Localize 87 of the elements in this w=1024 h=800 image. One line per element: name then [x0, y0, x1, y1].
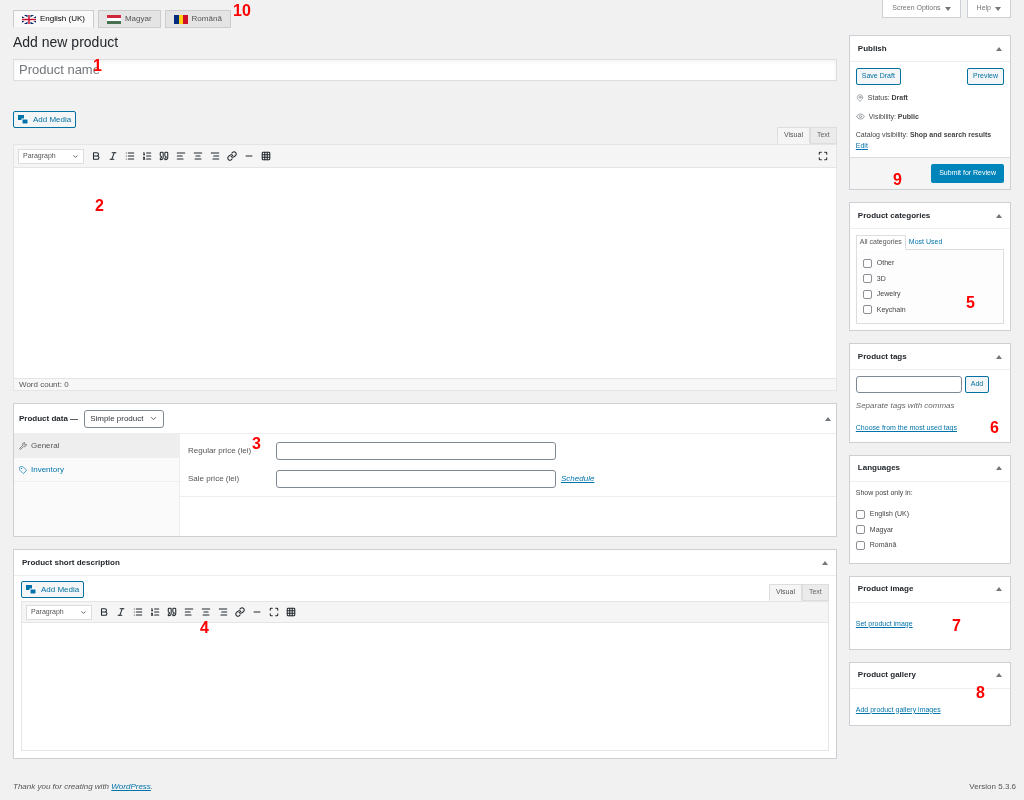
panel-title: Languages [857, 462, 901, 474]
align-left-icon[interactable] [176, 151, 186, 161]
product-type-select[interactable]: Simple product [84, 409, 165, 428]
fullscreen-icon[interactable] [817, 151, 828, 161]
align-left-icon[interactable] [184, 607, 194, 617]
collapse-icon[interactable] [996, 587, 1002, 591]
callout-number: 7 [952, 618, 961, 634]
numbered-list-icon[interactable] [150, 607, 160, 617]
toolbar-toggle-icon[interactable] [261, 151, 271, 161]
collapse-icon[interactable] [996, 673, 1002, 677]
collapse-icon[interactable] [996, 466, 1002, 470]
tags-hint: Separate tags with commas [855, 400, 956, 412]
checkbox[interactable] [862, 274, 872, 284]
collapse-icon[interactable] [821, 560, 828, 565]
fullscreen-icon[interactable] [269, 607, 279, 617]
product-data-tab[interactable]: General [14, 434, 179, 458]
bold-icon[interactable] [99, 607, 109, 617]
checkbox[interactable] [855, 509, 865, 519]
callout-number: 5 [966, 295, 975, 311]
quote-icon[interactable] [167, 607, 177, 617]
tag-field[interactable] [855, 376, 962, 393]
toolbar-toggle-icon[interactable] [286, 607, 296, 617]
flag-icon [106, 14, 121, 24]
footer-credit: Thank you for creating with WordPress. [13, 781, 154, 793]
media-icon [26, 584, 37, 595]
add-media-button[interactable]: Add Media [13, 111, 77, 128]
checkbox[interactable] [862, 289, 872, 299]
panel-title: Product short description [22, 556, 120, 569]
link-icon[interactable] [235, 607, 245, 617]
flag-icon [173, 14, 188, 24]
checkbox[interactable] [855, 525, 865, 535]
field-label: Sale price (lei) [188, 473, 241, 485]
align-right-icon[interactable] [218, 607, 228, 617]
page-title: Add new product [13, 33, 120, 51]
pin-icon [855, 94, 864, 103]
language-tab[interactable]: English (UK) [13, 10, 94, 28]
italic-icon[interactable] [108, 151, 118, 161]
collapse-icon[interactable] [996, 354, 1002, 359]
caret-icon [944, 6, 951, 11]
callout-number: 3 [252, 436, 261, 452]
align-right-icon[interactable] [210, 151, 220, 161]
align-center-icon[interactable] [201, 607, 211, 617]
panel-title: Product categories [857, 209, 931, 222]
language-tab[interactable]: Magyar [97, 10, 161, 28]
schedule-link[interactable]: Schedule [561, 473, 595, 485]
collapse-icon[interactable] [996, 213, 1002, 218]
collapse-icon[interactable] [824, 416, 831, 421]
wrench-icon [19, 441, 27, 450]
product-data-tab[interactable]: Inventory [14, 458, 179, 482]
product-data-label: Product data — [19, 412, 79, 425]
caret-icon [149, 414, 159, 423]
language-tab[interactable]: Română [164, 10, 231, 28]
callout-number: 6 [990, 420, 999, 436]
price-field[interactable] [276, 442, 556, 460]
bulleted-list-icon[interactable] [125, 151, 135, 161]
collapse-icon[interactable] [996, 46, 1002, 51]
callout-number: 8 [976, 685, 985, 701]
callout-number: 2 [95, 198, 104, 214]
checkbox[interactable] [855, 540, 865, 550]
price-field[interactable] [276, 470, 556, 488]
field-label: Regular price (lei) [188, 445, 252, 457]
media-icon [18, 114, 29, 125]
align-center-icon[interactable] [193, 151, 203, 161]
version-text: Version 5.3.6 [969, 781, 1016, 793]
callout-number: 10 [233, 3, 251, 19]
caret-icon [995, 6, 1001, 11]
italic-icon[interactable] [116, 607, 126, 617]
add-media-button[interactable]: Add Media [21, 581, 85, 598]
panel-title: Product tags [857, 350, 907, 363]
link-icon[interactable] [227, 151, 237, 161]
caret-icon [80, 608, 87, 616]
bulleted-list-icon[interactable] [133, 607, 143, 617]
bold-icon[interactable] [91, 151, 101, 161]
caret-icon [72, 152, 79, 160]
callout-number: 9 [893, 172, 902, 188]
panel-title: Publish [857, 42, 887, 55]
checkbox[interactable] [862, 305, 872, 315]
flag-icon [22, 14, 36, 24]
eye-icon [855, 112, 865, 122]
checkbox[interactable] [862, 258, 872, 268]
tag-icon [19, 465, 27, 474]
quote-icon[interactable] [159, 151, 169, 161]
panel-title: Product gallery [857, 669, 917, 681]
word-count: Word count: 0 [19, 378, 69, 391]
panel-title: Product image [857, 583, 914, 595]
numbered-list-icon[interactable] [142, 151, 152, 161]
callout-number: 4 [200, 620, 209, 636]
